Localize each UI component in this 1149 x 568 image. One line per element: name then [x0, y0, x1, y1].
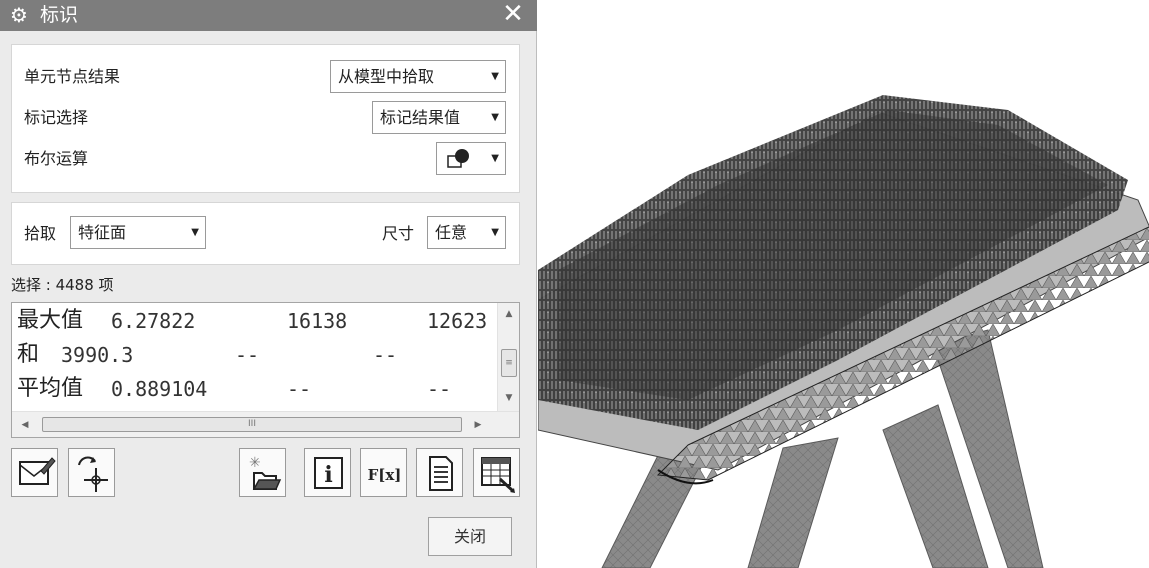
size-label: 尺寸	[382, 224, 415, 243]
function-fx-icon: F[x]	[368, 466, 402, 484]
edit-label-button[interactable]	[11, 448, 58, 497]
scroll-up-icon[interactable]: ▲	[498, 305, 519, 323]
result-value: 12623	[427, 309, 488, 333]
element-node-result-dropdown[interactable]: 从模型中拾取 ▼	[330, 60, 506, 93]
boolean-shapes-icon	[447, 149, 469, 168]
open-folder-button[interactable]: ✳	[239, 448, 286, 497]
scroll-down-icon[interactable]: ▼	[498, 389, 519, 407]
results-rows: 最大值 6.27822 16138 12623 和 3990.3 -- -- 平…	[17, 305, 495, 411]
close-button[interactable]: 关闭	[428, 517, 512, 556]
close-icon[interactable]: ✕	[497, 0, 529, 30]
result-name: 最大值	[17, 308, 84, 333]
table-export-button[interactable]	[473, 448, 520, 497]
mark-selection-value: 标记结果值	[380, 108, 461, 127]
pick-value: 特征面	[78, 223, 127, 242]
svg-text:i: i	[324, 462, 332, 488]
dialog-title: 标识	[40, 4, 79, 26]
boolean-op-dropdown[interactable]: ▼	[436, 142, 506, 175]
result-name: 平均值	[17, 376, 84, 401]
pick-options-panel: 拾取 特征面 ▼ 尺寸 任意 ▼	[11, 202, 520, 265]
mark-selection-dropdown[interactable]: 标记结果值 ▼	[372, 101, 506, 134]
svg-text:F[x]: F[x]	[368, 466, 402, 484]
info-button[interactable]: i	[304, 448, 351, 497]
info-icon: i	[314, 457, 343, 489]
chevron-down-icon: ▼	[491, 71, 499, 82]
document-icon	[429, 456, 453, 491]
scroll-thumb[interactable]: ≡	[501, 349, 517, 377]
open-folder-icon: ✳	[249, 455, 282, 490]
result-value: 16138	[287, 309, 348, 333]
scroll-right-icon[interactable]: ▶	[469, 416, 487, 434]
chevron-down-icon: ▼	[491, 153, 499, 164]
result-value: 0.889104	[111, 377, 208, 401]
result-options-panel: 单元节点结果 从模型中拾取 ▼ 标记选择 标记结果值 ▼ 布尔运算 ▼	[11, 44, 520, 193]
edit-label-icon	[19, 457, 56, 485]
pick-dropdown[interactable]: 特征面 ▼	[70, 216, 206, 249]
document-button[interactable]	[416, 448, 463, 497]
horizontal-scrollbar[interactable]: ◀ III ▶	[12, 411, 519, 437]
vertical-scrollbar[interactable]: ▲ ≡ ▼	[497, 303, 519, 411]
size-value: 任意	[435, 223, 468, 242]
size-dropdown[interactable]: 任意 ▼	[427, 216, 506, 249]
boolean-op-label: 布尔运算	[24, 149, 89, 168]
result-value: 3990.3	[61, 343, 134, 367]
result-row: 最大值 6.27822 16138 12623	[17, 305, 495, 337]
chevron-down-icon: ▼	[491, 227, 499, 238]
rotate-crosshair-button[interactable]	[68, 448, 115, 497]
element-node-result-value: 从模型中拾取	[338, 67, 435, 86]
chevron-down-icon: ▼	[491, 112, 499, 123]
dialog-titlebar: ⚙ 标识 ✕	[0, 0, 537, 31]
element-node-result-label: 单元节点结果	[24, 67, 121, 86]
fem-model-render	[538, 95, 1149, 568]
scroll-thumb[interactable]: III	[42, 417, 462, 432]
result-value: 6.27822	[111, 309, 196, 333]
gear-icon: ⚙	[10, 3, 28, 27]
table-export-icon	[481, 457, 515, 493]
result-name: 和	[17, 342, 40, 367]
svg-text:✳: ✳	[249, 455, 261, 471]
chevron-down-icon: ▼	[191, 227, 199, 238]
scroll-left-icon[interactable]: ◀	[16, 416, 34, 434]
result-row: 平均值 0.889104 -- --	[17, 373, 495, 405]
result-value: --	[427, 377, 452, 401]
result-value: --	[287, 377, 312, 401]
result-row: 和 3990.3 -- --	[17, 339, 495, 371]
result-value: --	[235, 343, 260, 367]
results-textbox[interactable]: 最大值 6.27822 16138 12623 和 3990.3 -- -- 平…	[11, 302, 520, 438]
rotate-crosshair-icon	[78, 456, 108, 492]
result-value: --	[373, 343, 398, 367]
model-viewport[interactable]	[538, 0, 1149, 568]
identify-dialog: ⚙ 标识 ✕ 单元节点结果 从模型中拾取 ▼ 标记选择 标记结果值 ▼ 布尔运算…	[0, 0, 537, 568]
selection-count: 选择 : 4488 项	[11, 276, 114, 294]
mark-selection-label: 标记选择	[24, 108, 89, 127]
function-fx-button[interactable]: F[x]	[360, 448, 407, 497]
pick-label: 拾取	[24, 224, 57, 243]
